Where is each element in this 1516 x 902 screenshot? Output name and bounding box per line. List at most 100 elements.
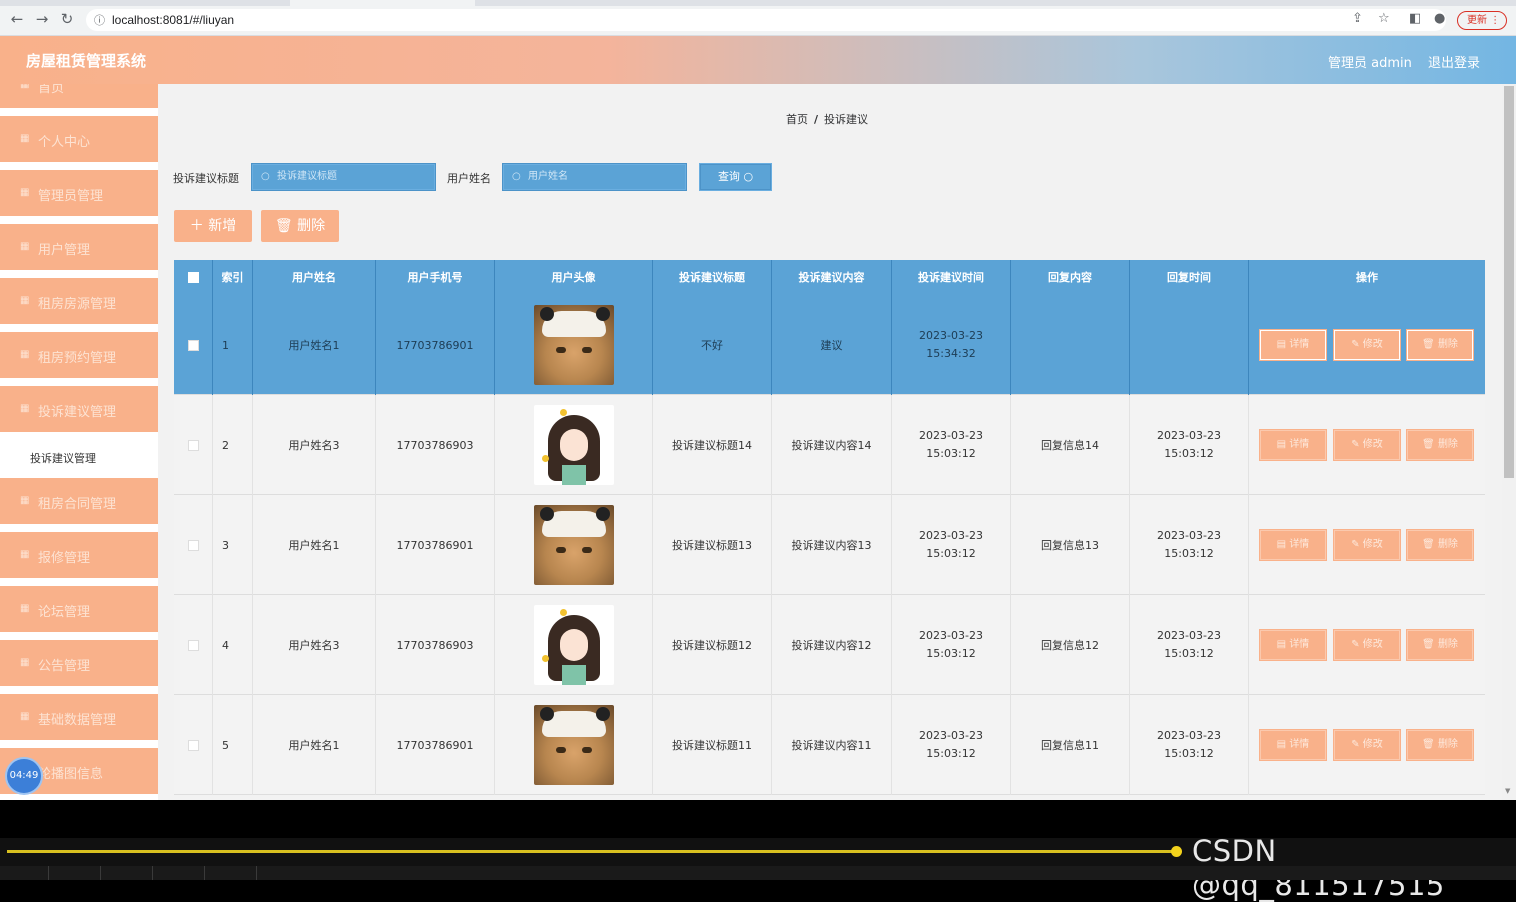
query-button[interactable]: 查询 ○ — [699, 163, 772, 191]
user-avatar-cat — [533, 305, 614, 385]
batch-delete-button[interactable]: 🗑 删除 — [261, 210, 339, 242]
sidebar-item-users[interactable]: ▦ 用户管理 — [0, 224, 158, 273]
bookmark-star-icon[interactable]: ☆ — [1378, 11, 1390, 26]
sidebar-item-profile[interactable]: ▦ 个人中心 — [0, 116, 158, 165]
edit-button[interactable]: ✎ 修改 — [1334, 630, 1400, 660]
row-delete-button[interactable]: 🗑 删除 — [1407, 630, 1473, 660]
sidebar-item-bookings[interactable]: ▦ 租房预约管理 — [0, 332, 158, 381]
browser-tab[interactable] — [290, 0, 475, 6]
detail-button[interactable]: ▤ 详情 — [1260, 530, 1326, 560]
detail-icon: ▤ — [1276, 639, 1287, 650]
forward-arrow-icon[interactable]: → — [33, 10, 51, 28]
cell-index: 4 — [213, 595, 253, 695]
user-search-label: 用户姓名 — [447, 172, 491, 185]
search-icon: ○ — [261, 171, 270, 182]
playback-progress-handle[interactable] — [1171, 846, 1182, 857]
cell-title: 投诉建议标题11 — [653, 695, 772, 795]
sidebar-item-listings[interactable]: ▦ 租房房源管理 — [0, 278, 158, 327]
row-delete-button[interactable]: 🗑 删除 — [1407, 430, 1473, 460]
user-search-input[interactable]: ○ 用户姓名 — [502, 163, 687, 191]
sidebar-item-basedata[interactable]: ▦ 基础数据管理 — [0, 694, 158, 743]
breadcrumb: 首页 / 投诉建议 — [786, 111, 868, 127]
edit-label: 修改 — [1362, 639, 1383, 650]
query-label: 查询 — [717, 170, 740, 183]
table-row[interactable]: 3 用户姓名1 17703786901 投诉建议标题13 投诉建议内容13 20… — [174, 495, 1485, 595]
table-row[interactable]: 1 用户姓名1 17703786901 不好 建议 2023-03-23 15:… — [174, 295, 1485, 395]
breadcrumb-home[interactable]: 首页 — [786, 113, 808, 126]
row-delete-label: 删除 — [1437, 439, 1458, 450]
select-all-checkbox[interactable] — [187, 272, 199, 283]
cell-reply: 回复信息12 — [1011, 595, 1130, 695]
row-delete-button[interactable]: 🗑 删除 — [1407, 730, 1473, 760]
edit-button[interactable]: ✎ 修改 — [1334, 530, 1400, 560]
playback-progress-bar[interactable] — [7, 850, 1177, 853]
edit-button[interactable]: ✎ 修改 — [1334, 730, 1400, 760]
cell-reply: 回复信息14 — [1011, 395, 1130, 495]
detail-icon: ▤ — [1276, 539, 1287, 550]
sidebar-item-home[interactable]: ▦ 首页 — [0, 84, 158, 111]
sidebar-item-admins[interactable]: ▦ 管理员管理 — [0, 170, 158, 219]
menu-icon: ▦ — [20, 133, 30, 144]
address-bar[interactable]: ⓘ localhost:8081/#/liuyan — [86, 9, 1446, 31]
row-delete-button[interactable]: 🗑 删除 — [1407, 330, 1473, 360]
header-reply: 回复内容 — [1011, 260, 1130, 295]
sidebar-item-label: 租房预约管理 — [38, 351, 117, 366]
cell-index: 3 — [213, 495, 253, 595]
profile-icon[interactable]: ● — [1434, 11, 1445, 26]
cell-phone: 17703786901 — [376, 295, 495, 395]
row-delete-button[interactable]: 🗑 删除 — [1407, 530, 1473, 560]
update-label: 更新 — [1467, 15, 1487, 26]
logout-link[interactable]: 退出登录 — [1428, 52, 1480, 71]
detail-icon: ▤ — [1276, 439, 1287, 450]
reload-icon[interactable]: ↻ — [58, 10, 76, 28]
row-checkbox[interactable] — [187, 339, 199, 351]
cell-avatar — [495, 595, 653, 695]
add-button[interactable]: ＋ 新增 — [174, 210, 252, 242]
breadcrumb-separator: / — [814, 113, 819, 126]
cell-avatar — [495, 295, 653, 395]
sidebar-item-forum[interactable]: ▦ 论坛管理 — [0, 586, 158, 635]
edit-button[interactable]: ✎ 修改 — [1334, 330, 1400, 360]
sidepanel-icon[interactable]: ◧ — [1409, 11, 1421, 26]
row-checkbox[interactable] — [187, 639, 199, 651]
sidebar-submenu-complaints[interactable]: 投诉建议管理 — [0, 437, 158, 478]
menu-icon: ▦ — [20, 403, 30, 414]
detail-button[interactable]: ▤ 详情 — [1260, 730, 1326, 760]
page-scrollbar[interactable]: ▼ — [1502, 84, 1516, 800]
site-info-icon[interactable]: ⓘ — [94, 12, 105, 28]
row-checkbox[interactable] — [187, 439, 199, 451]
sidebar-item-repairs[interactable]: ▦ 报修管理 — [0, 532, 158, 581]
menu-icon: ▦ — [20, 187, 30, 198]
browser-update-button[interactable]: 更新 ⋮ — [1457, 11, 1507, 30]
back-arrow-icon[interactable]: ← — [8, 10, 26, 28]
scroll-down-arrow-icon[interactable]: ▼ — [1505, 787, 1510, 795]
search-icon: ○ — [512, 171, 521, 182]
table-row[interactable]: 2 用户姓名3 17703786903 投诉建议标题14 投诉建议内容14 20… — [174, 395, 1485, 495]
cell-content: 投诉建议内容12 — [772, 595, 892, 695]
admin-label: 管理员 admin — [1328, 56, 1412, 71]
time-text: 2023-03-23 15:03:12 — [1157, 729, 1221, 760]
row-checkbox[interactable] — [187, 739, 199, 751]
table-row[interactable]: 5 用户姓名1 17703786901 投诉建议标题11 投诉建议内容11 20… — [174, 695, 1485, 795]
scrollbar-thumb[interactable] — [1504, 86, 1514, 478]
sidebar-item-notices[interactable]: ▦ 公告管理 — [0, 640, 158, 689]
title-search-input[interactable]: ○ 投诉建议标题 — [251, 163, 436, 191]
table-row[interactable]: 4 用户姓名3 17703786903 投诉建议标题12 投诉建议内容12 20… — [174, 595, 1485, 695]
cell-actions: ▤ 详情 ✎ 修改 🗑 删除 — [1249, 395, 1485, 495]
sidebar-item-complaints[interactable]: ▦ 投诉建议管理 — [0, 386, 158, 435]
sidebar-item-contracts[interactable]: ▦ 租房合同管理 — [0, 478, 158, 527]
row-select-cell — [174, 395, 213, 495]
detail-label: 详情 — [1289, 339, 1310, 350]
cell-index: 1 — [213, 295, 253, 395]
detail-button[interactable]: ▤ 详情 — [1260, 330, 1326, 360]
detail-button[interactable]: ▤ 详情 — [1260, 430, 1326, 460]
edit-button[interactable]: ✎ 修改 — [1334, 430, 1400, 460]
row-checkbox[interactable] — [187, 539, 199, 551]
detail-button[interactable]: ▤ 详情 — [1260, 630, 1326, 660]
cell-phone: 17703786903 — [376, 395, 495, 495]
detail-label: 详情 — [1289, 539, 1310, 550]
cell-user: 用户姓名3 — [253, 595, 376, 695]
detail-label: 详情 — [1289, 439, 1310, 450]
share-icon[interactable]: ⇪ — [1352, 11, 1363, 26]
row-select-cell — [174, 295, 213, 395]
